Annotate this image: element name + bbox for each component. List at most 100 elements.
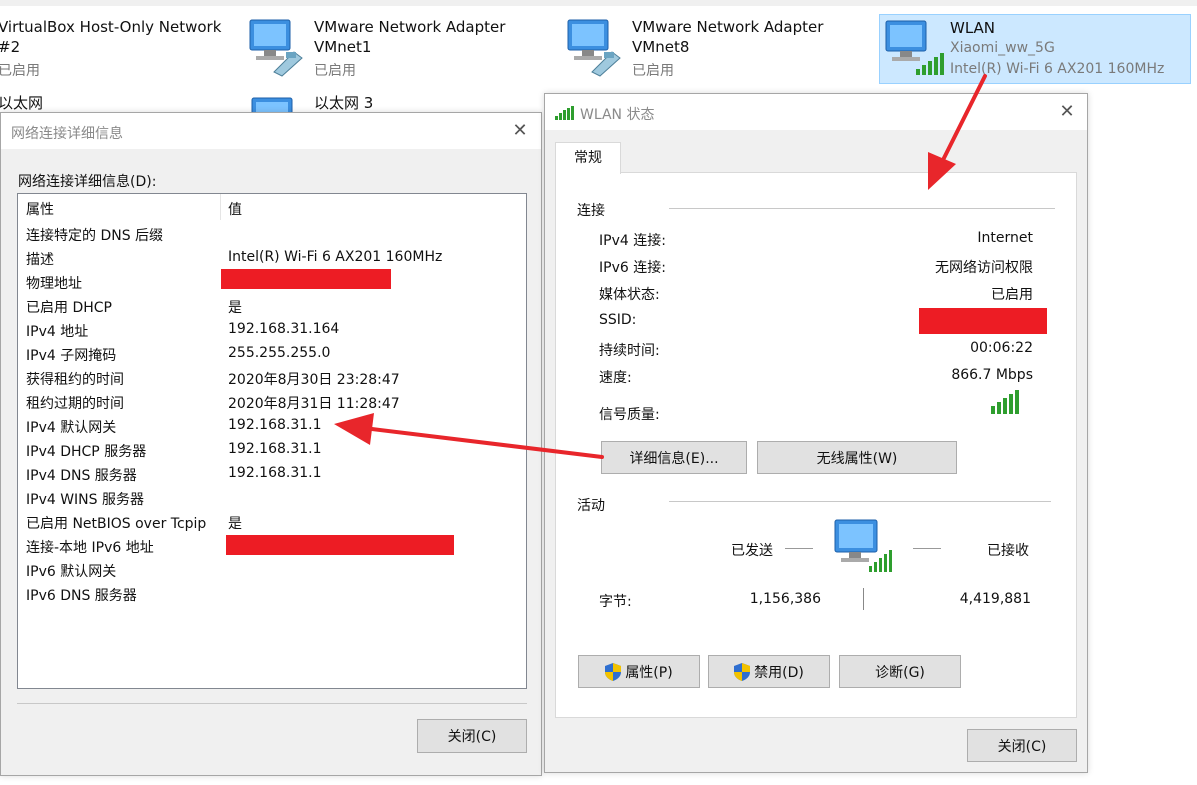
- row-property: 租约过期的时间: [26, 396, 124, 412]
- media-state-label: 媒体状态:: [599, 287, 660, 303]
- media-state-value: 已启用: [991, 287, 1033, 303]
- wlan-status-dialog: WLAN 状态 ✕ 常规 连接 IPv4 连接: Internet IPv6 连…: [544, 93, 1088, 773]
- adapter-virtualbox[interactable]: VirtualBox Host-Only Network #2 已启用: [0, 10, 240, 84]
- row-value: 2020年8月31日 11:28:47: [228, 396, 400, 412]
- adapter-status: 已启用: [0, 63, 40, 79]
- row-value: 是: [228, 516, 242, 532]
- table-row[interactable]: 连接特定的 DNS 后缀: [18, 222, 526, 246]
- table-row[interactable]: 描述 Intel(R) Wi-Fi 6 AX201 160MHz: [18, 246, 526, 270]
- duration-value: 00:06:22: [970, 340, 1033, 356]
- ipv4-label: IPv4 连接:: [599, 233, 666, 249]
- row-property: IPv4 地址: [26, 324, 89, 340]
- signal-icon: [555, 106, 574, 120]
- row-property: 连接-本地 IPv6 地址: [26, 540, 154, 556]
- adapter-line2: VMnet1: [314, 38, 372, 56]
- speed-value: 866.7 Mbps: [951, 367, 1033, 383]
- adapter-status: 已启用: [632, 63, 674, 79]
- table-row[interactable]: IPv4 子网掩码 255.255.255.0: [18, 342, 526, 366]
- activity-group-label: 活动: [577, 498, 605, 514]
- activity-group-line: [669, 501, 1051, 502]
- table-row[interactable]: IPv4 WINS 服务器: [18, 486, 526, 510]
- row-property: 已启用 DHCP: [26, 300, 112, 316]
- close-button[interactable]: 关闭(C): [417, 719, 527, 753]
- row-property: 物理地址: [26, 276, 82, 292]
- close-icon[interactable]: ✕: [511, 122, 529, 140]
- diagnose-button[interactable]: 诊断(G): [839, 655, 961, 688]
- received-dash: [913, 548, 941, 549]
- connection-group-line: [669, 208, 1055, 209]
- network-details-dialog: 网络连接详细信息 ✕ 网络连接详细信息(D): 属性 值 连接特定的 DNS 后…: [0, 112, 542, 776]
- adapter-vmnet8[interactable]: VMware Network Adapter VMnet8 已启用: [562, 10, 862, 84]
- table-row[interactable]: IPv4 地址 192.168.31.164: [18, 318, 526, 342]
- bytes-sent-value: 1,156,386: [749, 591, 821, 607]
- row-property: IPv4 子网掩码: [26, 348, 117, 364]
- speed-label: 速度:: [599, 370, 632, 386]
- network-activity-icon: [834, 519, 892, 572]
- details-list[interactable]: 属性 值 连接特定的 DNS 后缀 描述 Intel(R) Wi-Fi 6 AX20…: [17, 193, 527, 689]
- wireless-properties-button[interactable]: 无线属性(W): [757, 441, 957, 474]
- tab-general[interactable]: 常规: [555, 142, 621, 174]
- row-property: IPv6 DNS 服务器: [26, 588, 137, 604]
- row-value: 2020年8月30日 23:28:47: [228, 372, 400, 388]
- row-property: IPv6 默认网关: [26, 564, 117, 580]
- row-value: Intel(R) Wi-Fi 6 AX201 160MHz: [228, 249, 443, 265]
- redacted-ssid: [919, 308, 1047, 334]
- connection-group-label: 连接: [577, 203, 605, 219]
- table-row[interactable]: IPv6 DNS 服务器: [18, 582, 526, 606]
- close-icon[interactable]: ✕: [1058, 103, 1076, 121]
- adapter-name: VirtualBox Host-Only Network: [0, 18, 222, 36]
- adapter-vmnet1[interactable]: VMware Network Adapter VMnet1 已启用: [244, 10, 544, 84]
- row-value: 192.168.31.1: [228, 441, 322, 457]
- adapter-name: VMware Network Adapter: [314, 18, 506, 36]
- disable-button[interactable]: 禁用(D): [708, 655, 830, 688]
- details-list-label: 网络连接详细信息(D):: [18, 174, 157, 190]
- adapter-ethernet[interactable]: 以太网: [0, 90, 200, 112]
- dialog-title: 网络连接详细信息: [11, 126, 123, 142]
- redacted-mac: [221, 269, 391, 289]
- row-property: 描述: [26, 252, 54, 268]
- adapter-status: 已启用: [314, 63, 356, 79]
- signal-strength-icon: [991, 390, 1019, 414]
- properties-button-label: 属性(P): [625, 664, 673, 681]
- sent-label: 已发送: [731, 543, 773, 559]
- table-row[interactable]: IPv4 DNS 服务器 192.168.31.1: [18, 462, 526, 486]
- adapter-name: WLAN: [950, 19, 996, 37]
- adapter-name: VMware Network Adapter: [632, 18, 824, 36]
- column-header-value[interactable]: 值: [228, 199, 242, 219]
- network-adapter-icon: [249, 19, 303, 77]
- table-row[interactable]: IPv4 默认网关 192.168.31.1: [18, 414, 526, 438]
- row-value: 192.168.31.164: [228, 321, 340, 337]
- bytes-received-value: 4,419,881: [959, 591, 1031, 607]
- signal-quality-label: 信号质量:: [599, 407, 660, 423]
- uac-shield-icon: [605, 662, 622, 681]
- ipv6-label: IPv6 连接:: [599, 260, 666, 276]
- adapter-ethernet3[interactable]: 以太网 3: [244, 90, 544, 114]
- ipv6-value: 无网络访问权限: [935, 260, 1033, 276]
- row-property: IPv4 DNS 服务器: [26, 468, 137, 484]
- adapter-line2: #2: [0, 38, 21, 56]
- column-separator[interactable]: [220, 194, 221, 220]
- adapter-line2: VMnet8: [632, 38, 690, 56]
- row-property: 连接特定的 DNS 后缀: [26, 228, 164, 244]
- wireless-adapter-icon: [885, 20, 944, 75]
- adapter-name: 以太网 3: [314, 94, 374, 112]
- properties-button[interactable]: 属性(P): [578, 655, 700, 688]
- details-button[interactable]: 详细信息(E)...: [601, 441, 747, 474]
- table-row[interactable]: IPv4 DHCP 服务器 192.168.31.1: [18, 438, 526, 462]
- table-row[interactable]: 获得租约的时间 2020年8月30日 23:28:47: [18, 366, 526, 390]
- ssid-label: SSID:: [599, 312, 637, 328]
- adapter-device: Intel(R) Wi-Fi 6 AX201 160MHz: [950, 61, 1165, 77]
- table-row[interactable]: 已启用 DHCP 是: [18, 294, 526, 318]
- row-value: 是: [228, 300, 242, 316]
- row-property: IPv4 默认网关: [26, 420, 117, 436]
- close-button[interactable]: 关闭(C): [967, 729, 1077, 762]
- table-row[interactable]: 租约过期的时间 2020年8月31日 11:28:47: [18, 390, 526, 414]
- table-row[interactable]: IPv6 默认网关: [18, 558, 526, 582]
- adapter-wlan[interactable]: WLAN Xiaomi_ww_5G Intel(R) Wi-Fi 6 AX201…: [879, 14, 1191, 84]
- row-property: IPv4 WINS 服务器: [26, 492, 144, 508]
- column-header-property[interactable]: 属性: [26, 199, 54, 219]
- duration-label: 持续时间:: [599, 343, 660, 359]
- table-row[interactable]: 已启用 NetBIOS over Tcpip 是: [18, 510, 526, 534]
- disable-button-label: 禁用(D): [754, 664, 804, 681]
- row-value: 192.168.31.1: [228, 417, 322, 433]
